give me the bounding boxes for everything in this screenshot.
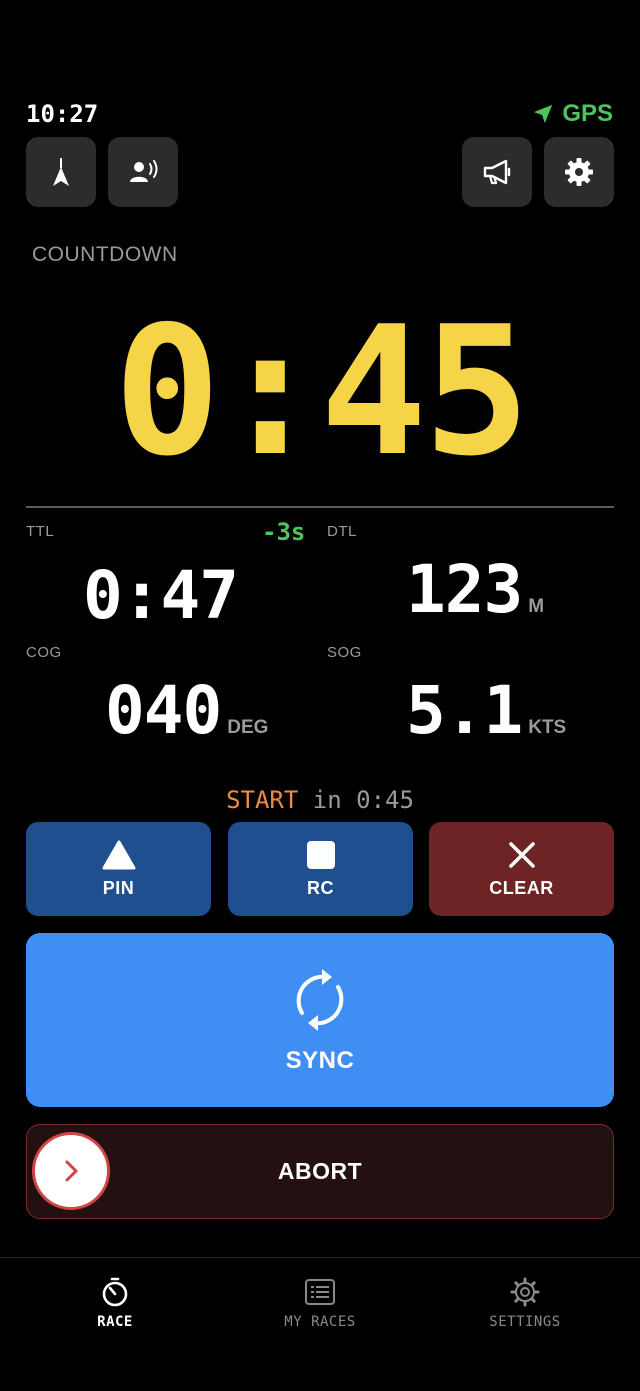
close-icon <box>508 841 535 868</box>
sync-icon <box>296 969 344 1031</box>
ttl-delta: -3s <box>262 518 306 546</box>
ttl-metric: 0:47 <box>83 557 239 634</box>
announce-button[interactable] <box>462 137 532 207</box>
list-icon <box>305 1279 335 1305</box>
tab-settings[interactable]: SETTINGS <box>445 1276 605 1330</box>
countdown-timer: 0:45 <box>113 288 531 495</box>
tab-settings-label: SETTINGS <box>489 1314 561 1330</box>
dtl-label: DTL <box>327 523 357 540</box>
dtl-metric: 123 M <box>406 557 544 623</box>
rc-button[interactable]: RC <box>228 822 413 916</box>
tab-race-label: RACE <box>97 1314 133 1330</box>
tab-bar: RACE MY RACES SETTINGS <box>0 1257 640 1391</box>
gear-icon <box>510 1277 540 1307</box>
sync-label: SYNC <box>285 1047 355 1074</box>
sog-value: 5.1 <box>406 672 523 749</box>
ttl-value: 0:47 <box>83 557 239 634</box>
megaphone-icon <box>483 159 511 185</box>
gps-indicator: GPS <box>532 100 613 128</box>
location-arrow-icon <box>534 104 553 124</box>
tab-my-races[interactable]: MY RACES <box>240 1276 400 1330</box>
sog-unit: KTS <box>528 717 567 738</box>
dtl-unit: M <box>528 596 545 617</box>
rc-label: RC <box>307 877 334 898</box>
tab-race[interactable]: RACE <box>35 1276 195 1330</box>
clear-label: CLEAR <box>489 877 554 898</box>
compass-button[interactable] <box>26 137 96 207</box>
chevron-right-icon <box>65 1160 78 1182</box>
divider <box>26 506 614 508</box>
abort-label: ABORT <box>277 1158 363 1184</box>
settings-button[interactable] <box>544 137 614 207</box>
triangle-icon <box>102 840 135 869</box>
start-word: START <box>226 786 299 814</box>
sog-metric: 5.1 KTS <box>406 678 566 744</box>
stopwatch-icon <box>102 1277 128 1307</box>
pin-button[interactable]: PIN <box>26 822 211 916</box>
status-time: 10:27 <box>26 100 99 128</box>
countdown-label: COUNTDOWN <box>32 243 178 266</box>
start-remaining: in 0:45 <box>298 786 414 814</box>
compass-icon <box>53 158 69 186</box>
gear-icon <box>565 158 593 186</box>
gps-label: GPS <box>562 100 613 127</box>
abort-slider-handle[interactable] <box>32 1132 110 1210</box>
abort-slider[interactable]: ABORT <box>26 1124 614 1219</box>
sog-label: SOG <box>327 644 362 661</box>
start-status: START in 0:45 <box>0 786 640 814</box>
cog-unit: DEG <box>227 717 269 738</box>
voice-button[interactable] <box>108 137 178 207</box>
voice-icon <box>130 160 158 182</box>
cog-value: 040 <box>105 672 222 749</box>
square-icon <box>306 840 335 869</box>
dtl-value: 123 <box>406 551 523 628</box>
sync-button[interactable]: SYNC <box>26 933 614 1107</box>
cog-label: COG <box>26 644 62 661</box>
cog-metric: 040 DEG <box>105 678 268 744</box>
clear-button[interactable]: CLEAR <box>429 822 614 916</box>
pin-label: PIN <box>102 877 135 898</box>
tab-my-races-label: MY RACES <box>284 1314 356 1330</box>
ttl-label: TTL <box>26 523 55 540</box>
